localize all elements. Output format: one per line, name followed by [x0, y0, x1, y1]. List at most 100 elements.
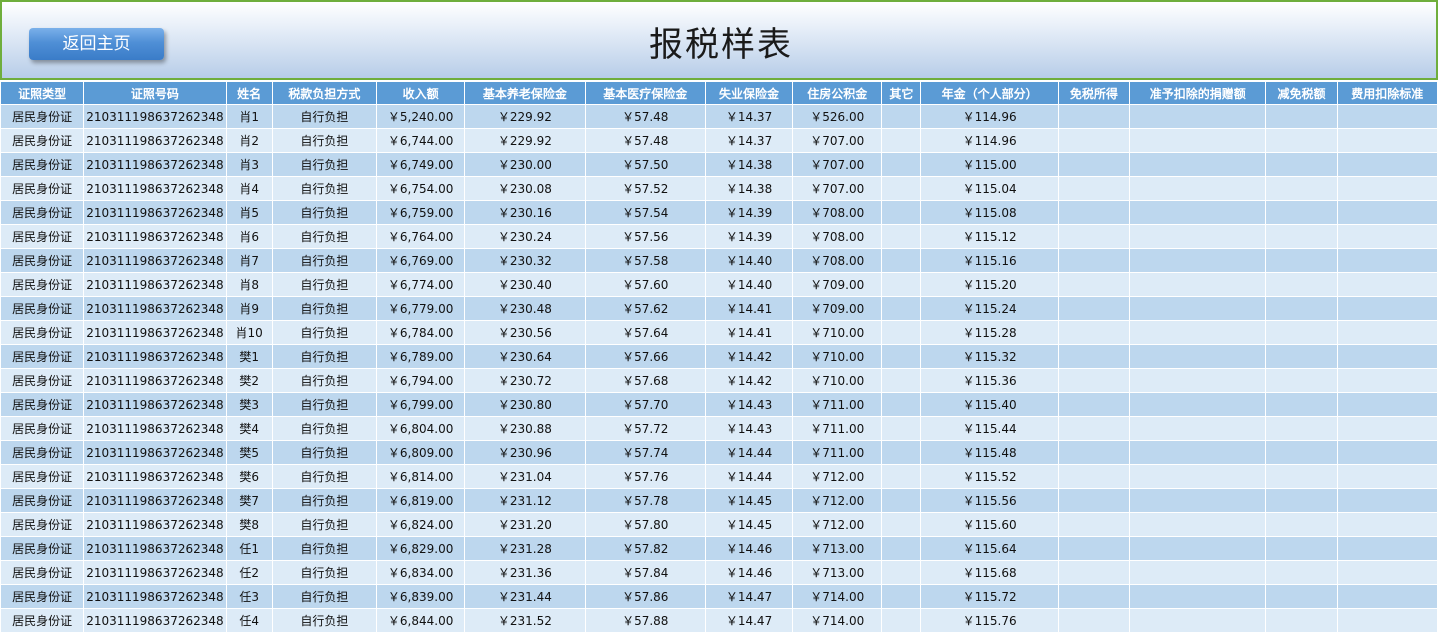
table-cell[interactable] — [1129, 272, 1267, 297]
table-cell[interactable] — [881, 464, 922, 489]
table-cell[interactable] — [1265, 296, 1338, 321]
table-cell[interactable]: ￥230.88 — [464, 416, 586, 441]
table-cell[interactable]: 210311198637262348 — [83, 128, 227, 153]
table-cell[interactable]: ￥231.36 — [464, 560, 586, 585]
table-cell[interactable]: ￥230.00 — [464, 152, 586, 177]
table-cell[interactable] — [1057, 296, 1131, 321]
table-cell[interactable]: ￥6,839.00 — [376, 584, 466, 609]
table-cell[interactable]: 自行负担 — [271, 128, 378, 153]
table-cell[interactable]: 肖8 — [225, 272, 273, 297]
table-cell[interactable]: ￥708.00 — [792, 200, 883, 225]
column-header[interactable]: 基本医疗保险金 — [584, 81, 706, 105]
table-cell[interactable]: ￥6,784.00 — [376, 320, 466, 345]
table-cell[interactable]: ￥710.00 — [792, 344, 883, 369]
table-cell[interactable] — [1265, 488, 1338, 513]
table-cell[interactable]: ￥230.56 — [464, 320, 586, 345]
table-cell[interactable] — [1265, 128, 1338, 153]
table-cell[interactable]: ￥713.00 — [792, 536, 883, 561]
table-cell[interactable]: ￥115.48 — [920, 440, 1059, 465]
table-cell[interactable] — [1057, 200, 1131, 225]
table-cell[interactable] — [881, 272, 922, 297]
table-cell[interactable]: ￥115.04 — [920, 176, 1059, 201]
table-cell[interactable] — [1336, 296, 1438, 321]
table-cell[interactable]: ￥115.20 — [920, 272, 1059, 297]
table-cell[interactable]: ￥115.72 — [920, 584, 1059, 609]
table-cell[interactable] — [881, 584, 922, 609]
table-cell[interactable]: ￥57.80 — [584, 512, 706, 537]
table-cell[interactable] — [1129, 464, 1267, 489]
table-cell[interactable]: ￥708.00 — [792, 248, 883, 273]
column-header[interactable]: 年金（个人部分） — [920, 81, 1059, 105]
table-cell[interactable]: 肖1 — [225, 104, 273, 129]
table-cell[interactable]: ￥115.24 — [920, 296, 1059, 321]
table-cell[interactable]: 樊5 — [225, 440, 273, 465]
table-cell[interactable]: ￥114.96 — [920, 104, 1059, 129]
table-cell[interactable]: 210311198637262348 — [83, 152, 227, 177]
table-cell[interactable] — [1265, 272, 1338, 297]
table-cell[interactable]: 樊2 — [225, 368, 273, 393]
table-cell[interactable] — [1336, 488, 1438, 513]
table-cell[interactable]: ￥115.36 — [920, 368, 1059, 393]
table-cell[interactable]: 210311198637262348 — [83, 440, 227, 465]
table-cell[interactable]: ￥230.96 — [464, 440, 586, 465]
table-cell[interactable] — [1129, 152, 1267, 177]
table-cell[interactable] — [1336, 272, 1438, 297]
table-cell[interactable]: ￥6,809.00 — [376, 440, 466, 465]
table-cell[interactable]: 居民身份证 — [0, 248, 85, 273]
table-cell[interactable]: ￥14.37 — [704, 128, 794, 153]
table-cell[interactable]: ￥6,779.00 — [376, 296, 466, 321]
table-cell[interactable] — [1336, 440, 1438, 465]
table-cell[interactable]: ￥57.66 — [584, 344, 706, 369]
table-cell[interactable]: ￥712.00 — [792, 464, 883, 489]
table-cell[interactable] — [1057, 392, 1131, 417]
table-cell[interactable]: 肖3 — [225, 152, 273, 177]
table-cell[interactable]: 樊3 — [225, 392, 273, 417]
table-cell[interactable]: 居民身份证 — [0, 176, 85, 201]
table-cell[interactable]: 210311198637262348 — [83, 272, 227, 297]
table-cell[interactable] — [1129, 248, 1267, 273]
table-cell[interactable]: 自行负担 — [271, 224, 378, 249]
column-header[interactable]: 证照类型 — [0, 81, 85, 105]
table-cell[interactable] — [1129, 176, 1267, 201]
table-cell[interactable] — [1129, 488, 1267, 513]
table-cell[interactable]: ￥6,829.00 — [376, 536, 466, 561]
table-cell[interactable] — [881, 104, 922, 129]
table-cell[interactable]: 210311198637262348 — [83, 488, 227, 513]
table-cell[interactable]: 肖5 — [225, 200, 273, 225]
table-cell[interactable]: ￥230.48 — [464, 296, 586, 321]
table-cell[interactable] — [1129, 536, 1267, 561]
table-cell[interactable]: ￥57.84 — [584, 560, 706, 585]
table-cell[interactable] — [881, 176, 922, 201]
table-cell[interactable]: ￥230.80 — [464, 392, 586, 417]
table-cell[interactable]: 任3 — [225, 584, 273, 609]
table-cell[interactable]: ￥231.20 — [464, 512, 586, 537]
table-cell[interactable]: ￥57.62 — [584, 296, 706, 321]
column-header[interactable]: 收入额 — [376, 81, 466, 105]
table-cell[interactable] — [1057, 536, 1131, 561]
table-cell[interactable]: ￥6,824.00 — [376, 512, 466, 537]
table-cell[interactable] — [1129, 104, 1267, 129]
table-cell[interactable]: 任1 — [225, 536, 273, 561]
table-cell[interactable] — [1336, 248, 1438, 273]
table-cell[interactable] — [1057, 416, 1131, 441]
table-cell[interactable] — [1265, 464, 1338, 489]
table-cell[interactable]: 210311198637262348 — [83, 416, 227, 441]
table-cell[interactable]: ￥5,240.00 — [376, 104, 466, 129]
table-cell[interactable]: ￥6,749.00 — [376, 152, 466, 177]
table-cell[interactable] — [1336, 464, 1438, 489]
table-cell[interactable]: 自行负担 — [271, 152, 378, 177]
table-cell[interactable] — [1336, 512, 1438, 537]
table-cell[interactable]: 210311198637262348 — [83, 176, 227, 201]
table-cell[interactable]: 210311198637262348 — [83, 248, 227, 273]
table-cell[interactable]: ￥57.82 — [584, 536, 706, 561]
table-cell[interactable]: ￥6,764.00 — [376, 224, 466, 249]
table-cell[interactable]: ￥231.04 — [464, 464, 586, 489]
table-cell[interactable] — [1265, 344, 1338, 369]
table-cell[interactable]: ￥57.64 — [584, 320, 706, 345]
table-cell[interactable]: 居民身份证 — [0, 152, 85, 177]
table-cell[interactable]: 居民身份证 — [0, 200, 85, 225]
table-cell[interactable] — [1057, 440, 1131, 465]
table-cell[interactable]: 210311198637262348 — [83, 104, 227, 129]
table-cell[interactable]: 210311198637262348 — [83, 512, 227, 537]
table-cell[interactable] — [1129, 584, 1267, 609]
